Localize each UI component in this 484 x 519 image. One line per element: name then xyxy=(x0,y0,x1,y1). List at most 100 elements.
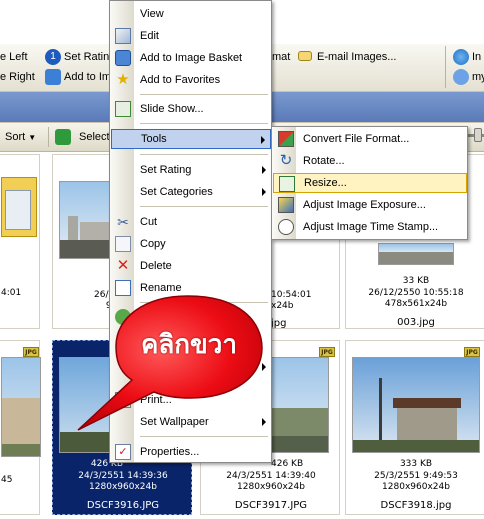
rotate-right-button[interactable]: e Right xyxy=(0,68,35,86)
submenu-arrow-icon xyxy=(262,363,266,371)
thumbnail-tile[interactable]: JPG 333 KB 25/3/2551 9:49:53 1280x960x24… xyxy=(345,340,484,515)
tile-filename: DSCF3918.jpg xyxy=(380,500,452,511)
clock-icon xyxy=(278,219,294,235)
zoom-slider-knob[interactable] xyxy=(474,128,482,142)
set-rating-button[interactable]: Set Rating xyxy=(64,48,115,66)
menu-item-view[interactable]: View xyxy=(111,4,271,24)
photo-thumbnail xyxy=(378,243,454,265)
tile-info-dimensions: 478x561x24b xyxy=(384,299,448,309)
menu-item-label: Edit xyxy=(140,30,159,42)
menu-item-label: Print... xyxy=(140,394,172,406)
properties-icon: ✓ xyxy=(115,444,131,460)
submenu-item-rotate[interactable]: ↻ Rotate... xyxy=(273,151,467,171)
thumbnail-tile[interactable]: 4:01 xyxy=(0,154,40,329)
menu-item-properties[interactable]: ✓ Properties... xyxy=(111,442,271,462)
set-rating-label: Set Rating xyxy=(64,51,116,63)
photo-thumbnail xyxy=(1,357,41,457)
format-label: mat xyxy=(272,51,291,63)
submenu-arrow-icon xyxy=(262,166,266,174)
add-to-basket-label: Add to Im xyxy=(64,71,112,83)
tile-filename: 003.jpg xyxy=(397,317,435,328)
scissors-icon: ✂ xyxy=(117,214,129,230)
tile-info-date: 10:54:01 xyxy=(271,290,312,300)
photo-ground xyxy=(353,440,479,452)
photo-ground xyxy=(2,444,40,456)
convert-icon xyxy=(278,131,294,147)
menu-item-set-categories[interactable]: Set Categories xyxy=(111,182,271,202)
submenu-item-label: Convert File Format... xyxy=(303,133,410,145)
menu-item-add-to-favorites[interactable]: ★ Add to Favorites xyxy=(111,70,271,90)
submenu-item-convert-file-format[interactable]: Convert File Format... xyxy=(273,129,467,149)
star-icon: ★ xyxy=(116,71,130,88)
tile-info-date: 26/12/2550 10:55:18 xyxy=(368,288,464,298)
menu-item-tools[interactable]: Tools xyxy=(111,129,271,149)
menu-item-cut[interactable]: ✂ Cut xyxy=(111,212,271,232)
photo-thumbnail xyxy=(352,357,480,453)
menu-item-slide-show[interactable]: Slide Show... xyxy=(111,99,271,119)
menu-separator xyxy=(140,123,268,124)
menu-item-set-rating[interactable]: Set Rating xyxy=(111,160,271,180)
select-label: Select xyxy=(79,131,110,143)
menu-separator xyxy=(140,94,268,95)
image-basket-icon xyxy=(115,50,131,66)
photo-pole xyxy=(379,378,382,444)
email-images-button[interactable]: E-mail Images... xyxy=(317,48,396,66)
menu-item-print[interactable]: Print... xyxy=(111,390,271,410)
photo-thumbnail xyxy=(271,357,329,453)
menu-item-label: Set Rating xyxy=(140,164,192,176)
add-to-basket-button[interactable]: Add to Im xyxy=(64,68,111,86)
menu-item-delete[interactable]: ✕ Delete xyxy=(111,256,271,276)
context-menu: View Edit Add to Image Basket ★ Add to F… xyxy=(109,0,272,463)
tile-filename: DSCF3916.JPG xyxy=(86,500,160,511)
menu-item-label: Set Categories xyxy=(140,186,213,198)
convert-format-button[interactable]: mat xyxy=(272,48,290,66)
menu-item-rename[interactable]: Rename xyxy=(111,278,271,298)
menu-item-label: Add to Image Basket xyxy=(140,52,243,64)
jpg-badge: JPG xyxy=(464,347,480,357)
rename-icon xyxy=(115,280,131,296)
photo-building xyxy=(2,398,40,448)
sort-button[interactable]: Sort ▼ xyxy=(5,128,36,146)
rating-icon: 1 xyxy=(45,49,61,65)
menu-item-label: Add to Favorites xyxy=(140,74,221,86)
submenu-item-label: Adjust Image Exposure... xyxy=(303,199,426,211)
submenu-item-resize[interactable]: Resize... xyxy=(273,173,467,193)
tile-info-size-kb: 33 KB xyxy=(402,276,430,286)
submenu-item-label: Adjust Image Time Stamp... xyxy=(303,221,439,233)
rotate-right-label: e Right xyxy=(0,71,35,83)
menu-item-copy[interactable]: Copy xyxy=(111,234,271,254)
internet-label: In xyxy=(472,51,482,63)
resize-icon xyxy=(279,176,295,192)
tile-info-size: x24b xyxy=(271,301,294,311)
rotate-left-button[interactable]: e Left xyxy=(0,48,28,66)
thumbnail-tile[interactable]: JPG 45 xyxy=(0,340,41,515)
add-to-basket-icon xyxy=(45,69,61,85)
menu-separator xyxy=(140,154,268,155)
photo-building xyxy=(272,408,328,438)
photo-ground xyxy=(272,436,328,452)
menu-item-add-to-image-basket[interactable]: Add to Image Basket xyxy=(111,48,271,68)
menu-item-edit[interactable]: Edit xyxy=(111,26,271,46)
menu-separator xyxy=(140,302,268,303)
tile-info-date: 24/3/2551 14:39:40 xyxy=(226,471,316,481)
toolbar-divider xyxy=(48,127,49,147)
send-icon xyxy=(115,309,131,325)
tile-info-dimensions: 1280x960x24b xyxy=(382,482,450,492)
submenu-item-label: Rotate... xyxy=(303,155,345,167)
app-window: e Left 1 Set Rating mat E-mail Images...… xyxy=(0,0,484,519)
email-images-label: E-mail Images... xyxy=(317,51,397,63)
my-pictures-icon xyxy=(453,69,469,85)
my-pictures-button[interactable]: my xyxy=(472,68,484,86)
photo-roof xyxy=(393,398,461,408)
menu-item-set-wallpaper[interactable]: Set Wallpaper xyxy=(111,412,271,432)
menu-separator xyxy=(140,436,268,437)
submenu-item-adjust-time-stamp[interactable]: Adjust Image Time Stamp... xyxy=(273,217,467,237)
folder-doc xyxy=(5,190,31,230)
internet-button[interactable]: In xyxy=(472,48,481,66)
internet-icon xyxy=(453,49,469,65)
select-button[interactable]: Select xyxy=(79,128,110,146)
rotate-icon: ↻ xyxy=(279,152,293,169)
submenu-item-adjust-exposure[interactable]: Adjust Image Exposure... xyxy=(273,195,467,215)
tile-info-size: 45 xyxy=(1,475,13,485)
menu-item-label: Set Wallpaper xyxy=(140,416,209,428)
